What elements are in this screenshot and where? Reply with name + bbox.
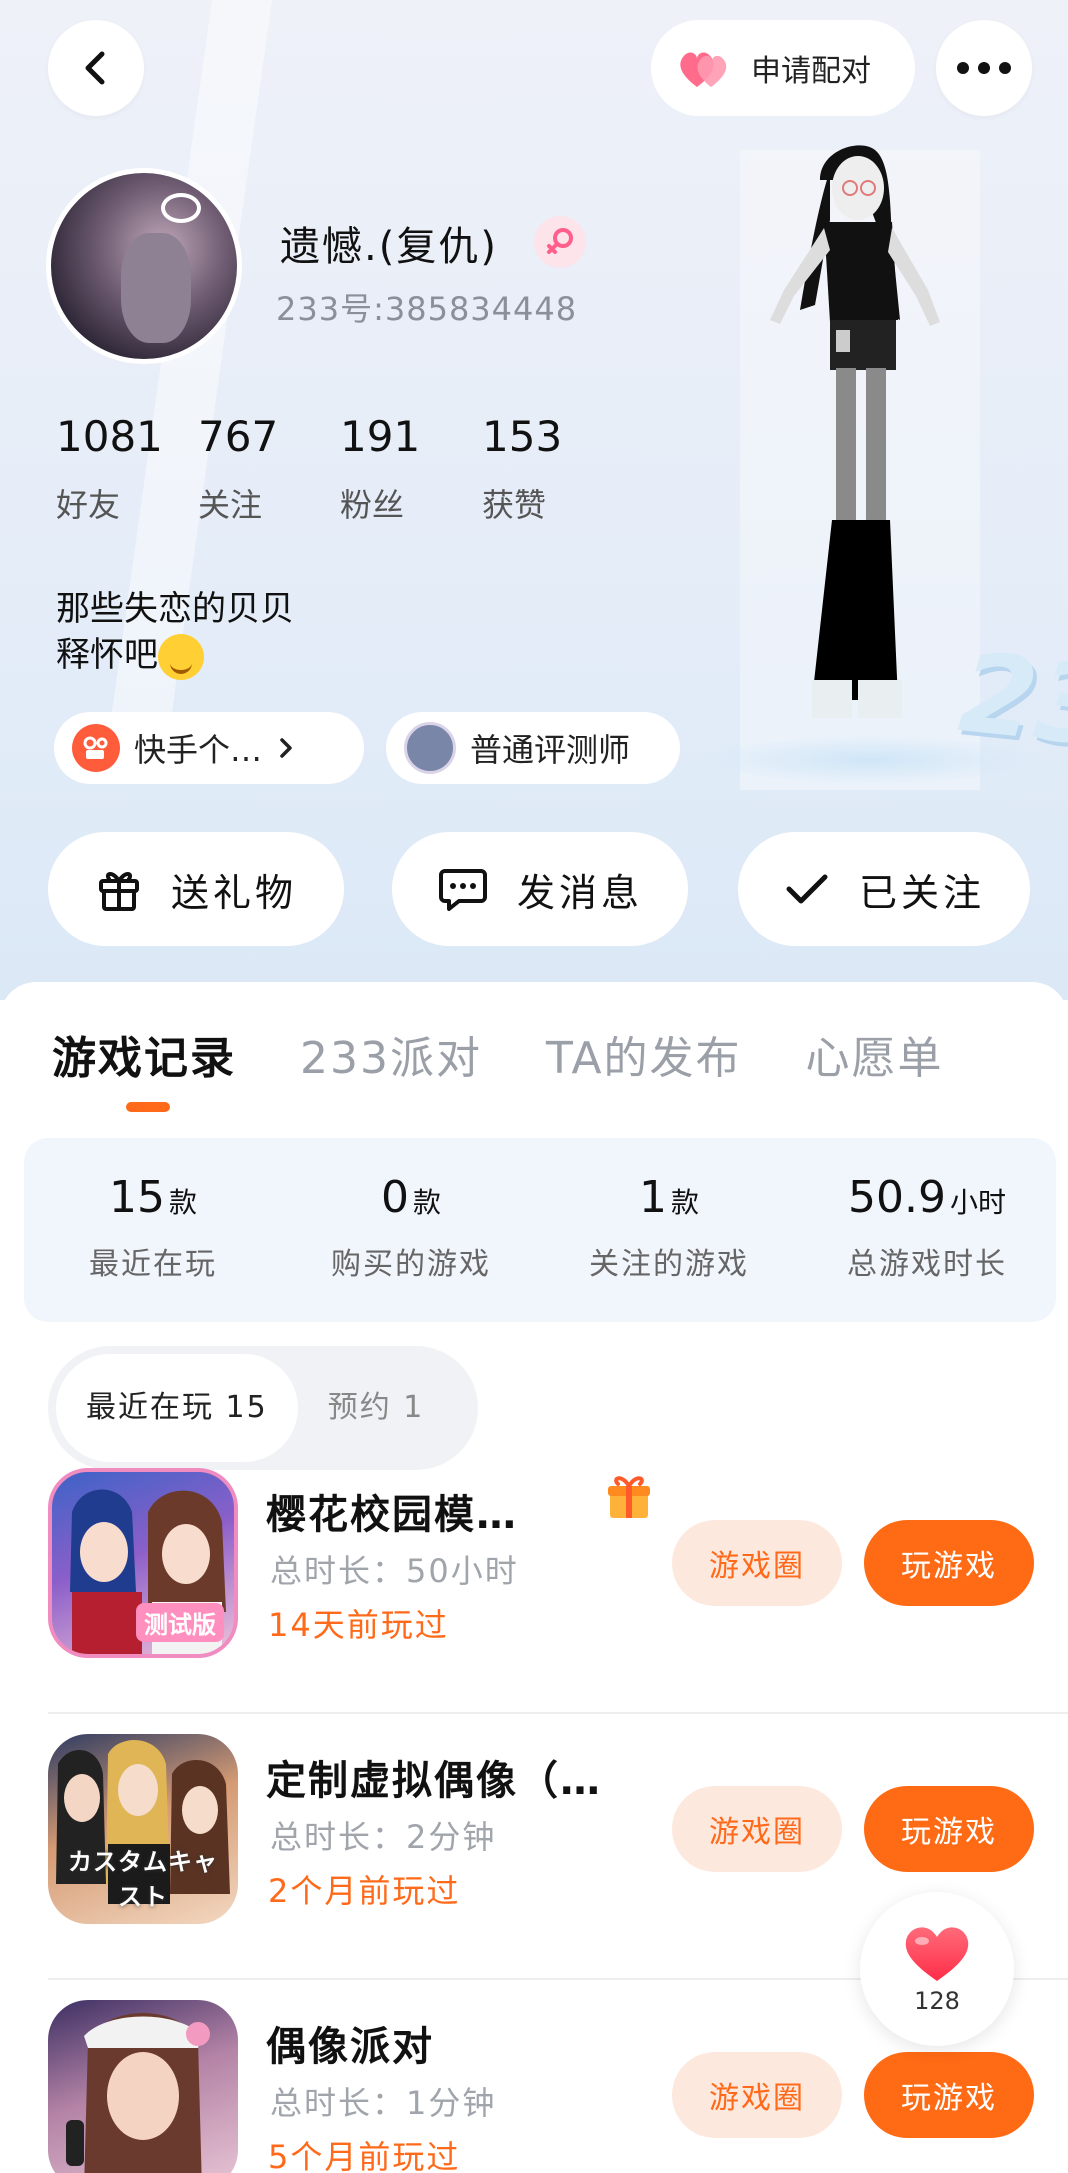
summary-caption: 购买的游戏 [331,1247,491,1282]
game-total-time: 总时长：50小时 [270,1552,519,1590]
tab-233-party[interactable]: 233派对 [300,1022,482,1086]
chevron-right-icon [280,738,292,758]
apply-pair-label: 申请配对 [751,54,871,89]
followed-button[interactable]: 已关注 [738,832,1030,946]
game-circle-button[interactable]: 游戏圈 [672,2052,842,2138]
segment-reserve[interactable]: 预约 1 [298,1354,455,1462]
profile-tabs: 游戏记录 233派对 TA的发布 心愿单 [52,1022,944,1086]
send-gift-label: 送礼物 [170,870,297,915]
kuaishou-tag-label: 快手个… [134,731,263,769]
game-icon[interactable]: 测试版 [48,1468,238,1658]
send-message-button[interactable]: 发消息 [392,832,688,946]
summary-value: 0 [380,1172,409,1223]
game-last-played: 2个月前玩过 [268,1872,461,1910]
checkmark-icon [786,874,828,904]
summary-unit: 款 [168,1186,197,1219]
avatar[interactable] [46,168,242,364]
summary-unit: 款 [670,1186,699,1219]
bio-line: 释怀吧 [56,635,158,675]
game-circle-button[interactable]: 游戏圈 [672,1786,842,1872]
game-total-time: 总时长：2分钟 [270,1818,497,1856]
message-bubble-icon [438,869,487,911]
game-last-played: 14天前玩过 [268,1606,449,1644]
stat-label: 粉丝 [340,486,405,524]
game-filter-segment: 最近在玩 15 预约 1 [48,1346,478,1470]
game-summary: 15 款 最近在玩 0款 购买的游戏 1款 关注的游戏 50.9 小时 总游戏时长 [24,1138,1056,1322]
segment-recent[interactable]: 最近在玩 15 [56,1354,298,1462]
apply-pair-button[interactable]: 申请配对 [651,20,915,116]
stat-value: 767 [198,412,279,461]
send-message-label: 发消息 [516,870,643,915]
heart-pair-icon [680,52,727,87]
female-gender-icon [534,216,586,268]
game-title: 定制虚拟偶像（… [266,1758,602,1804]
stat-following[interactable]: 767 关注 [198,412,340,526]
summary-playtime[interactable]: 50.9 小时 总游戏时长 [798,1138,1056,1322]
summary-value: 15 [108,1172,165,1223]
profile-hero: 233 申请配对 遗憾.(复仇) 233号:385834448 1081 好友 … [0,0,1068,1000]
summary-followed[interactable]: 1款 关注的游戏 [540,1138,798,1322]
tab-ta-posts[interactable]: TA的发布 [546,1022,742,1086]
tab-active-indicator [126,1102,170,1112]
game-last-played: 5个月前玩过 [268,2138,461,2173]
summary-value: 1 [638,1172,667,1223]
game-total-time: 总时长：1分钟 [270,2084,497,2122]
summary-unit: 款 [412,1186,441,1219]
bio-line: 那些失恋的贝贝 [56,589,294,629]
gift-icon [98,872,139,911]
gift-box-icon[interactable] [604,1472,654,1522]
stat-label: 关注 [198,486,263,524]
game-title: 偶像派对 [266,2024,434,2070]
followed-label: 已关注 [858,870,985,915]
summary-recent[interactable]: 15 款 最近在玩 [24,1138,282,1322]
more-button[interactable] [936,20,1032,116]
summary-value: 50.9 [848,1172,946,1223]
more-dots-icon [957,62,1011,74]
kuaishou-tag[interactable]: 快手个… [54,712,364,784]
play-game-button[interactable]: 玩游戏 [864,1520,1034,1606]
divider [48,1712,1068,1714]
chevron-left-icon [85,51,105,85]
avatar-3d-character[interactable] [740,140,980,760]
nickname: 遗憾.(复仇) [280,224,498,270]
game-icon[interactable]: カスタムキャスト [48,1734,238,1924]
stat-value: 191 [340,412,421,461]
stat-value: 153 [482,412,563,461]
heart-icon [905,1927,969,1981]
profile-stats: 1081 好友 767 关注 191 粉丝 153 获赞 [56,412,624,526]
play-game-button[interactable]: 玩游戏 [864,2052,1034,2138]
reviewer-badge-icon [404,722,456,774]
list-item[interactable]: 测试版 樱花校园模… 总时长：50小时 14天前玩过 游戏圈 玩游戏 [48,1468,1068,1714]
back-button[interactable] [48,20,144,116]
reviewer-tag-label: 普通评测师 [470,731,631,769]
stat-label: 好友 [56,486,121,524]
stat-likes[interactable]: 153 获赞 [482,412,624,526]
stat-friends[interactable]: 1081 好友 [56,412,198,526]
summary-caption: 最近在玩 [89,1247,217,1282]
kuaishou-icon [72,724,120,772]
tab-wishlist[interactable]: 心愿单 [806,1022,944,1086]
hugging-face-emoji-icon [158,633,204,680]
summary-unit: 小时 [949,1186,1006,1219]
reviewer-tag[interactable]: 普通评测师 [386,712,680,784]
tab-game-records[interactable]: 游戏记录 [52,1022,236,1086]
game-circle-button[interactable]: 游戏圈 [672,1520,842,1606]
game-icon-tag: 测试版 [136,1603,224,1642]
like-count: 128 [914,1987,960,2015]
stat-label: 获赞 [482,486,547,524]
like-button[interactable]: 128 [860,1892,1014,2046]
game-icon-tag: カスタムキャスト [68,1848,218,1911]
stat-fans[interactable]: 191 粉丝 [340,412,482,526]
game-title: 樱花校园模… [266,1492,518,1538]
summary-caption: 总游戏时长 [847,1247,1007,1282]
stat-value: 1081 [56,412,163,461]
bio: 那些失恋的贝贝 释怀吧 [56,586,294,680]
play-game-button[interactable]: 玩游戏 [864,1786,1034,1872]
send-gift-button[interactable]: 送礼物 [48,832,344,946]
user-id: 233号:385834448 [276,290,578,328]
summary-caption: 关注的游戏 [589,1247,749,1282]
summary-purchased[interactable]: 0款 购买的游戏 [282,1138,540,1322]
game-icon[interactable] [48,2000,238,2173]
